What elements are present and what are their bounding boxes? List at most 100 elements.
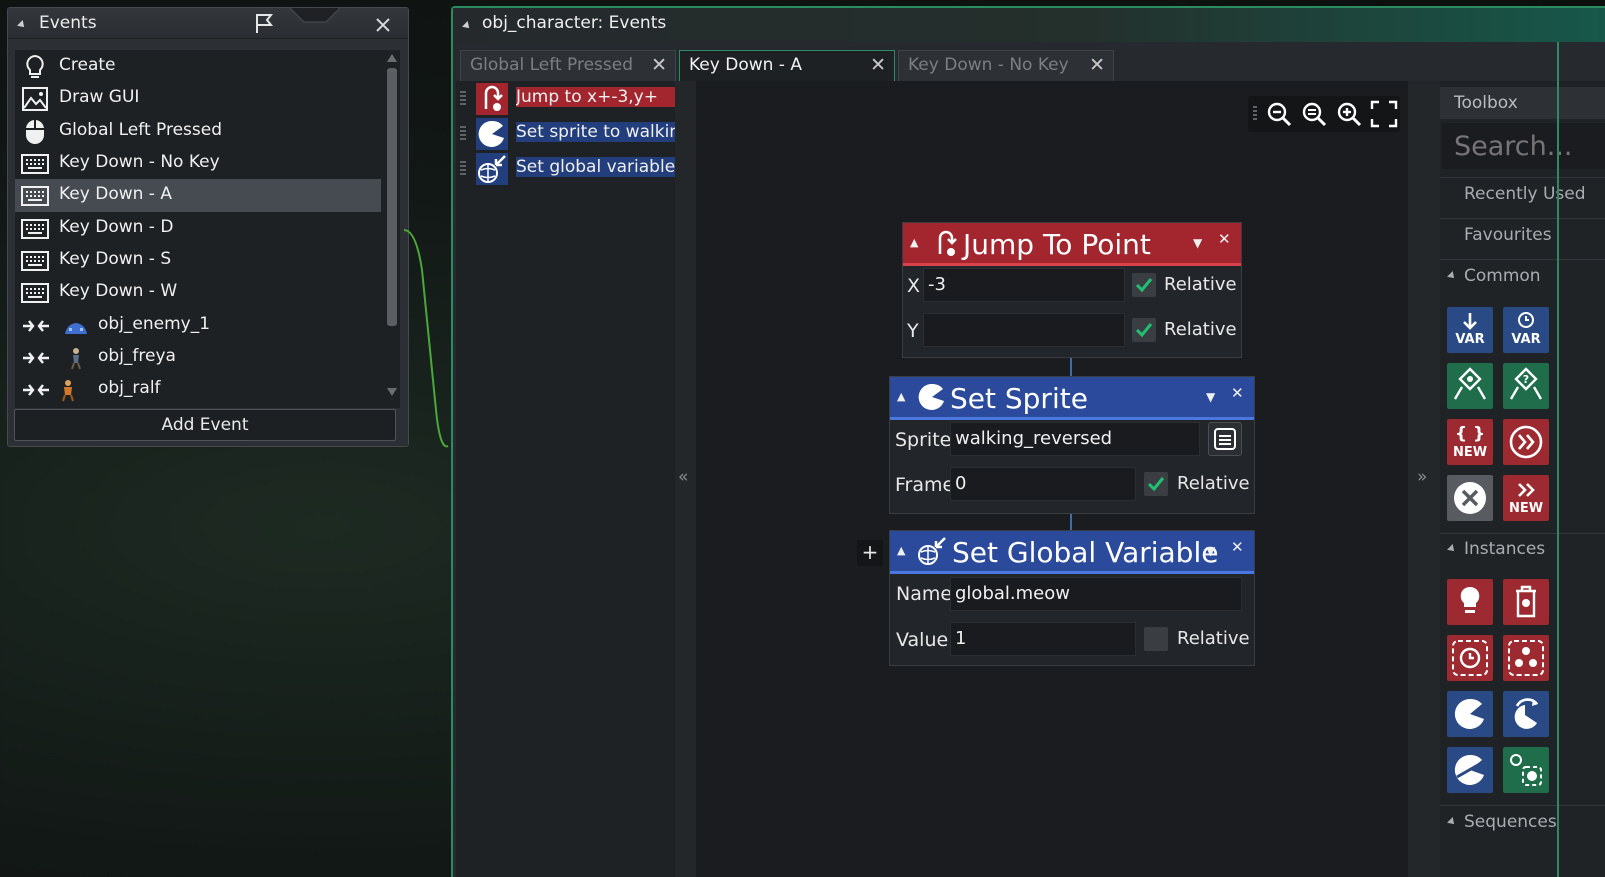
- event-item-draw-gui[interactable]: Draw GUI: [15, 82, 381, 115]
- delete-block-icon[interactable]: ✕: [1231, 538, 1244, 556]
- exit-event-tile[interactable]: [1447, 475, 1493, 521]
- destroy-instance-tile[interactable]: [1503, 579, 1549, 625]
- scroll-up-arrow-icon[interactable]: [387, 54, 397, 62]
- collapse-block-icon[interactable]: ▲: [897, 544, 905, 557]
- fit-to-screen-icon[interactable]: [1369, 99, 1399, 129]
- flip-sprite-tile[interactable]: [1447, 747, 1493, 793]
- instance-search-icon: [1510, 754, 1542, 786]
- close-tab-icon[interactable]: ✕: [1089, 54, 1105, 76]
- block-header[interactable]: ▲ Jump To Point ▼ ✕: [903, 223, 1241, 266]
- drag-handle[interactable]: [460, 161, 466, 177]
- collision-icon: [23, 384, 49, 396]
- block-header[interactable]: ▲ Set Sprite ▼ ✕: [890, 377, 1254, 420]
- close-tab-icon[interactable]: ✕: [870, 54, 886, 76]
- sprite-browse-button[interactable]: [1208, 422, 1242, 456]
- block-header[interactable]: ▲ Set Global Variable ▼ ✕: [890, 531, 1254, 574]
- delete-block-icon[interactable]: ✕: [1231, 384, 1244, 402]
- block-menu-dropdown-icon[interactable]: ▼: [1206, 390, 1215, 404]
- declare-temp-var-tile[interactable]: VAR: [1447, 307, 1493, 353]
- drag-handle[interactable]: [460, 126, 466, 142]
- action-item-jump[interactable]: Jump to x+-3,y+: [456, 81, 675, 116]
- close-icon[interactable]: [375, 17, 391, 33]
- jump-to-point-block[interactable]: ▲ Jump To Point ▼ ✕ X -3 Relative Y Rela…: [902, 222, 1242, 358]
- block-menu-dropdown-icon[interactable]: ▼: [1193, 236, 1202, 250]
- frame-relative-checkbox[interactable]: [1144, 472, 1168, 496]
- collapse-triangle-icon[interactable]: [17, 20, 27, 30]
- x-relative-checkbox[interactable]: [1132, 273, 1156, 297]
- delete-block-icon[interactable]: ✕: [1218, 230, 1231, 248]
- section-expand-icon[interactable]: [1447, 544, 1457, 554]
- event-item-create[interactable]: Create: [15, 50, 381, 83]
- new-code-block-tile[interactable]: { } NEW: [1447, 419, 1493, 465]
- collapse-block-icon[interactable]: ▲: [910, 236, 918, 249]
- action-item-set-global-variable[interactable]: Set global variable global.meow: [456, 151, 675, 186]
- event-item-key-down-no-key[interactable]: Key Down - No Key: [15, 147, 381, 180]
- event-item-collision-obj-freya[interactable]: obj_freya: [15, 341, 381, 374]
- events-panel-title: Events: [39, 13, 97, 33]
- create-instance-tile[interactable]: [1447, 579, 1493, 625]
- zoom-reset-icon[interactable]: [1299, 99, 1329, 129]
- execute-code-tile[interactable]: [1503, 419, 1549, 465]
- value-relative-checkbox[interactable]: [1144, 627, 1168, 651]
- collapse-right-icon[interactable]: »: [1417, 467, 1427, 487]
- instance-count-tile[interactable]: [1503, 635, 1549, 681]
- new-text: NEW: [1452, 445, 1488, 460]
- add-event-button[interactable]: Add Event: [14, 409, 396, 441]
- sprite-input[interactable]: walking_reversed: [950, 422, 1200, 456]
- action-list-collapse-gutter[interactable]: «: [675, 81, 696, 877]
- y-relative-checkbox[interactable]: [1132, 318, 1156, 342]
- close-tab-icon[interactable]: ✕: [651, 54, 667, 76]
- x-input[interactable]: -3: [923, 268, 1125, 302]
- collapse-block-icon[interactable]: ▲: [897, 390, 905, 403]
- action-item-set-sprite[interactable]: Set sprite to walking_reversed: [456, 116, 675, 151]
- event-item-key-down-d[interactable]: Key Down - D: [15, 212, 381, 245]
- tab-key-down-a[interactable]: Key Down - A ✕: [679, 50, 895, 81]
- instances-section[interactable]: Instances: [1464, 539, 1545, 559]
- recently-used-section[interactable]: Recently Used: [1464, 184, 1586, 204]
- toolbox-search-input[interactable]: [1442, 123, 1605, 169]
- tab-global-left-pressed[interactable]: Global Left Pressed ✕: [460, 50, 676, 81]
- value-label: Value: [896, 629, 949, 651]
- block-menu-dropdown-icon[interactable]: ▼: [1206, 544, 1215, 558]
- event-item-collision-obj-ralf[interactable]: obj_ralf: [15, 373, 381, 406]
- name-input[interactable]: global.meow: [950, 577, 1242, 611]
- if-instance-exists-tile[interactable]: [1503, 747, 1549, 793]
- set-instance-var-tile[interactable]: VAR: [1503, 307, 1549, 353]
- section-expand-icon[interactable]: [1447, 817, 1457, 827]
- section-expand-icon[interactable]: [1447, 271, 1457, 281]
- event-item-global-left-pressed[interactable]: Global Left Pressed: [15, 115, 381, 148]
- event-item-key-down-s[interactable]: Key Down - S: [15, 244, 381, 277]
- if-variable-tile[interactable]: [1447, 363, 1493, 409]
- jump-to-point-icon: [938, 230, 957, 256]
- instance-timer-tile[interactable]: [1447, 635, 1493, 681]
- collapse-triangle-icon[interactable]: [462, 21, 472, 31]
- y-input[interactable]: [923, 313, 1125, 347]
- events-panel-titlebar[interactable]: Events: [8, 8, 408, 39]
- set-global-variable-block[interactable]: ▲ Set Global Variable ▼ ✕ Name global.me…: [889, 530, 1255, 666]
- sequences-section[interactable]: Sequences: [1464, 812, 1557, 832]
- collapse-left-icon[interactable]: «: [678, 467, 688, 487]
- toolbar-grip[interactable]: [1253, 106, 1257, 122]
- common-section[interactable]: Common: [1464, 266, 1541, 286]
- event-item-collision-obj-enemy-1[interactable]: obj_enemy_1: [15, 309, 381, 342]
- set-sprite-tile[interactable]: [1447, 691, 1493, 737]
- dashed-clock-icon: [1452, 640, 1488, 676]
- drag-handle[interactable]: [460, 91, 466, 107]
- tab-key-down-no-key[interactable]: Key Down - No Key ✕: [898, 50, 1114, 81]
- add-action-button[interactable]: +: [857, 540, 883, 566]
- zoom-toolbar: [1248, 96, 1400, 132]
- if-expression-tile[interactable]: ?: [1503, 363, 1549, 409]
- zoom-in-icon[interactable]: [1334, 99, 1364, 129]
- set-sprite-block[interactable]: ▲ Set Sprite ▼ ✕ Sprite walking_reversed…: [889, 376, 1255, 514]
- zoom-out-icon[interactable]: [1264, 99, 1294, 129]
- object-window-titlebar[interactable]: obj_character: Events: [453, 8, 1605, 42]
- event-item-key-down-a[interactable]: Key Down - A: [15, 179, 381, 212]
- value-input[interactable]: 1: [950, 622, 1136, 656]
- event-item-key-down-w[interactable]: Key Down - W: [15, 276, 381, 309]
- favourites-section[interactable]: Favourites: [1464, 225, 1552, 245]
- frame-input[interactable]: 0: [950, 467, 1136, 501]
- set-animation-speed-tile[interactable]: [1503, 691, 1549, 737]
- new-function-tile[interactable]: NEW: [1503, 475, 1549, 521]
- flag-icon[interactable]: [252, 11, 276, 35]
- toolbox-collapse-gutter[interactable]: »: [1408, 81, 1440, 877]
